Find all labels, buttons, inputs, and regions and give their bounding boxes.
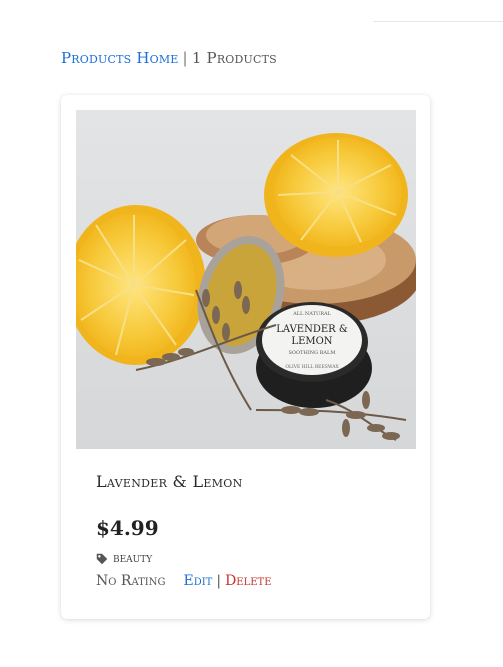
product-category: beauty [96,551,152,566]
products-home-link[interactable]: Products Home [61,49,179,67]
product-price: $4.99 [96,516,159,540]
label-sub-text: SOOTHING BALM [289,350,336,356]
label-line2-text: LEMON [291,336,332,347]
top-divider [373,21,503,22]
tag-icon [96,553,108,564]
product-meta-row: No Rating Edit | Delete [96,573,272,589]
action-separator: | [216,573,222,589]
delete-link[interactable]: Delete [225,573,271,589]
product-title[interactable]: Lavender & Lemon [96,472,243,491]
product-count: 1 Products [191,49,277,67]
product-image[interactable]: ALL NATURAL LAVENDER & LEMON SOOTHING BA… [76,110,416,449]
label-line1-text: LAVENDER & [276,324,348,335]
label-bottom-text: OLIVE HILL BEESWAX [285,364,339,370]
label-top-text: ALL NATURAL [292,311,331,317]
category-label: beauty [113,551,153,566]
breadcrumb: Products Home | 1 Products [61,49,277,67]
breadcrumb-separator: | [182,49,188,67]
edit-link[interactable]: Edit [183,573,212,589]
rating-text: No Rating [96,573,166,589]
product-card: ALL NATURAL LAVENDER & LEMON SOOTHING BA… [61,95,430,619]
